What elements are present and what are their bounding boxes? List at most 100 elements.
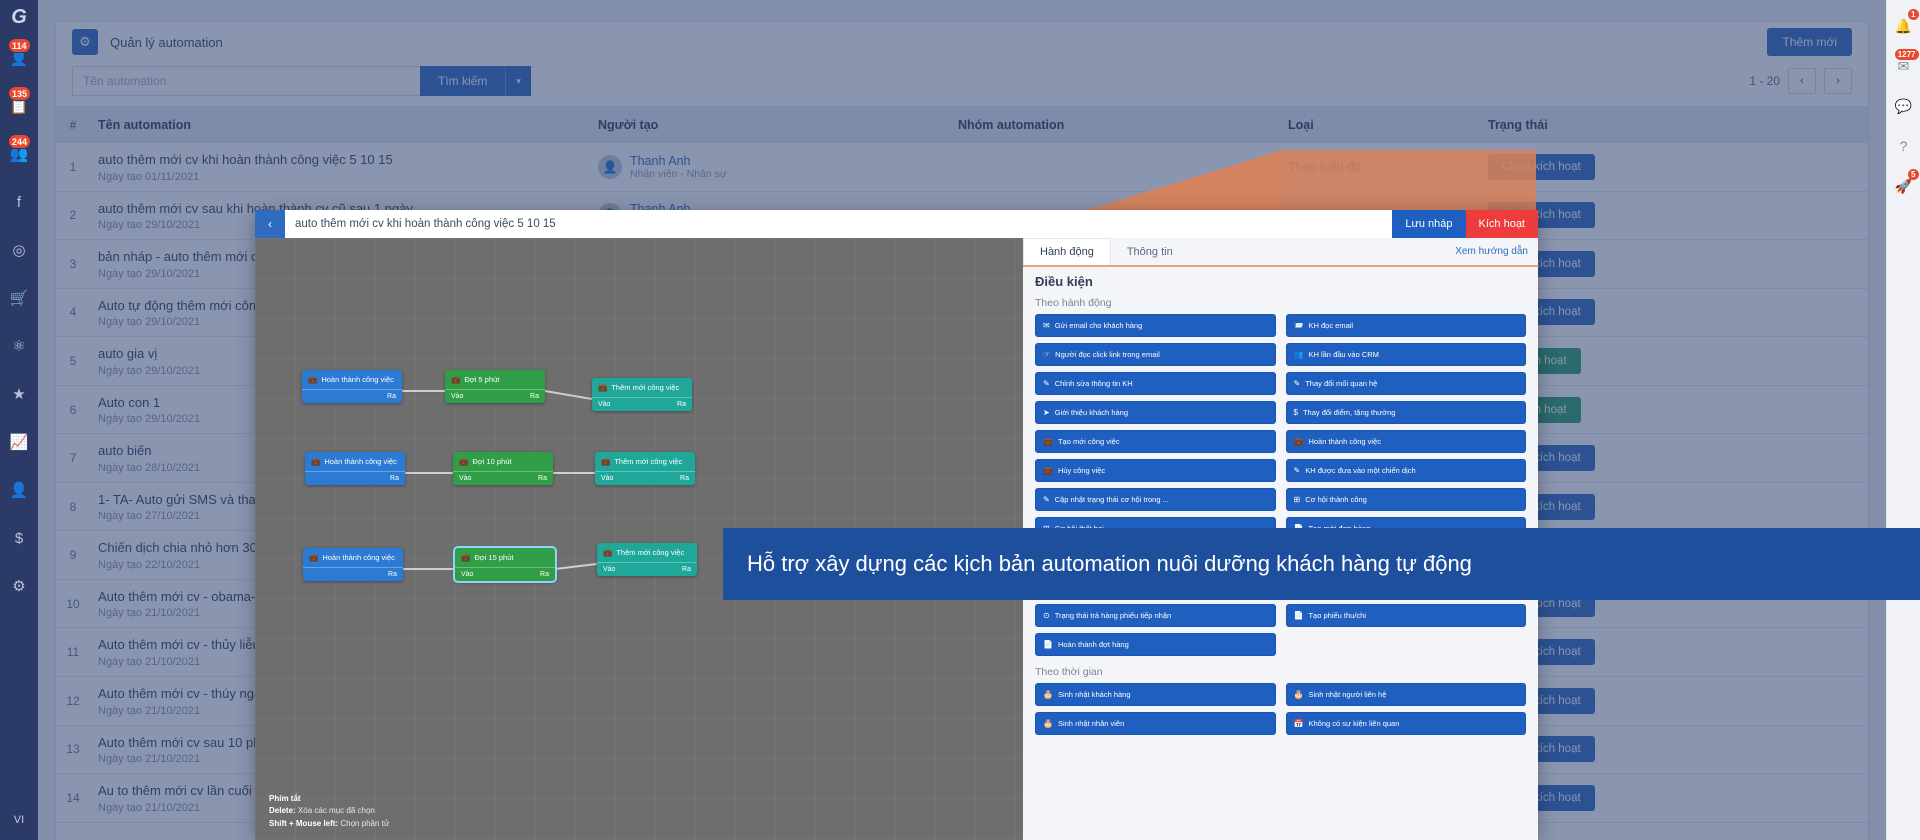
- node-icon-6: 💼: [309, 553, 319, 562]
- sidebar-item-facebook[interactable]: f: [0, 178, 38, 226]
- time-button-0[interactable]: 🎂 Sinh nhật khách hàng: [1035, 683, 1276, 706]
- action-button-1[interactable]: 📨 KH đọc email: [1285, 314, 1526, 337]
- action-button-label-7: Thay đổi điểm, tặng thưởng: [1302, 408, 1396, 417]
- by-action-label: Theo hành động: [1035, 297, 1112, 309]
- action-button-0[interactable]: ✉ Gửi email cho khách hàng: [1035, 314, 1276, 337]
- tab-hanh-dong[interactable]: Hành động: [1023, 238, 1111, 265]
- action-button-10[interactable]: 💼 Hủy công việc: [1035, 459, 1276, 482]
- shortcut-text-1: Chọn phần tử: [338, 818, 390, 828]
- rail-item-rocket[interactable]: 🚀 5: [1887, 166, 1920, 206]
- help-icon: ?: [1899, 138, 1908, 154]
- time-button-icon-3: 📅: [1293, 719, 1304, 728]
- node-in-5[interactable]: Vào: [601, 475, 613, 482]
- action-button-label-9: Hoàn thành công việc: [1308, 437, 1382, 446]
- sidebar-item-target[interactable]: ◎: [0, 226, 38, 274]
- flow-node-8[interactable]: 💼 Thêm mới công việc Vào Ra: [597, 543, 697, 576]
- sidebar-item-finance[interactable]: $: [0, 514, 38, 562]
- flow-node-4[interactable]: 💼 Đợi 10 phút Vào Ra: [453, 452, 553, 485]
- settings-icon: ⚙: [12, 577, 26, 595]
- app-logo: G: [11, 5, 27, 28]
- node-in-2[interactable]: Vào: [598, 401, 610, 408]
- save-draft-button[interactable]: Lưu nháp: [1392, 210, 1466, 238]
- action-button-label-0: Gửi email cho khách hàng: [1054, 321, 1143, 330]
- sidebar-item-favorites[interactable]: ★: [0, 370, 38, 418]
- node-icon-7: 💼: [461, 553, 471, 562]
- node-out-3[interactable]: Ra: [390, 475, 399, 482]
- action-button-20[interactable]: ⊙ Trạng thái trả hàng phiếu tiếp nhận: [1035, 604, 1276, 627]
- node-out-2[interactable]: Ra: [677, 401, 686, 408]
- sidebar-item-tasks[interactable]: 📋 135: [0, 82, 38, 130]
- action-button-label-2: Người đọc click link trong email: [1055, 350, 1160, 359]
- node-out-1[interactable]: Ra: [530, 393, 539, 400]
- rail-item-notification[interactable]: 🔔 1: [1887, 6, 1920, 46]
- node-in-4[interactable]: Vào: [459, 475, 471, 482]
- automation-name-input[interactable]: [285, 210, 1393, 238]
- action-button-icon-3: 👥: [1293, 350, 1304, 359]
- time-button-2[interactable]: 🎂 Sinh nhật nhân viên: [1035, 712, 1276, 735]
- action-button-9[interactable]: 💼 Hoàn thành công việc: [1285, 430, 1526, 453]
- node-out-4[interactable]: Ra: [538, 475, 547, 482]
- action-button-label-20: Trạng thái trả hàng phiếu tiếp nhận: [1054, 611, 1172, 620]
- node-out-8[interactable]: Ra: [682, 566, 691, 573]
- action-button-13[interactable]: ⊞ Cơ hội thành công: [1285, 488, 1526, 511]
- sidebar-item-settings[interactable]: ⚙: [0, 562, 38, 610]
- node-out-7[interactable]: Ra: [540, 571, 549, 578]
- activate-button[interactable]: Kích hoạt: [1465, 210, 1538, 238]
- contacts-badge: 244: [8, 134, 32, 149]
- node-out-0[interactable]: Ra: [387, 393, 396, 400]
- sidebar-item-contacts[interactable]: 👥 244: [0, 130, 38, 178]
- sidebar-items: 👤 114 📋 135 👥 244 f ◎ 🛒 ⚛ ★ 📈 👤 $ ⚙: [0, 34, 38, 610]
- node-in-8[interactable]: Vào: [603, 566, 615, 573]
- flow-link-5: [554, 563, 598, 570]
- flow-node-3[interactable]: 💼 Hoàn thành công việc Ra: [305, 452, 405, 485]
- action-button-icon-9: 💼: [1293, 437, 1304, 446]
- sidebar-item-reports[interactable]: 📈: [0, 418, 38, 466]
- node-in-7[interactable]: Vào: [461, 571, 473, 578]
- node-out-5[interactable]: Ra: [680, 475, 689, 482]
- time-button-1[interactable]: 🎂 Sinh nhật người liên hệ: [1285, 683, 1526, 706]
- action-button-8[interactable]: 💼 Tạo mới công việc: [1035, 430, 1276, 453]
- time-button-label-3: Không có sự kiện liên quan: [1308, 719, 1400, 728]
- time-button-label-0: Sinh nhật khách hàng: [1057, 690, 1131, 699]
- action-button-6[interactable]: ➤ Giới thiệu khách hàng: [1035, 401, 1276, 424]
- time-button-grid: 🎂 Sinh nhật khách hàng 🎂 Sinh nhật người li…: [1023, 683, 1538, 741]
- back-icon[interactable]: ‹: [255, 210, 285, 238]
- left-sidebar: G 👤 114 📋 135 👥 244 f ◎ 🛒 ⚛ ★ 📈 👤 $ ⚙ VI: [0, 0, 38, 840]
- action-button-7[interactable]: $ Thay đổi điểm, tặng thưởng: [1285, 401, 1526, 424]
- shortcut-key-1: Shift + Mouse left:: [269, 818, 339, 828]
- notification-icon: 🔔: [1894, 17, 1913, 34]
- rail-item-messages[interactable]: ✉ 1277: [1887, 46, 1920, 86]
- messages-icon: ✉: [1897, 57, 1910, 74]
- action-button-21[interactable]: 📄 Tạo phiếu thu/chi: [1285, 604, 1526, 627]
- flow-node-6[interactable]: 💼 Hoàn thành công việc Ra: [303, 548, 403, 581]
- action-button-11[interactable]: ✎ KH được đưa vào một chiến dịch: [1285, 459, 1526, 482]
- node-in-1[interactable]: Vào: [451, 393, 463, 400]
- flow-node-7[interactable]: 💼 Đợi 15 phút Vào Ra: [455, 548, 555, 581]
- time-button-3[interactable]: 📅 Không có sự kiện liên quan: [1285, 712, 1526, 735]
- node-icon-1: 💼: [451, 375, 461, 384]
- sidebar-item-network[interactable]: ⚛: [0, 322, 38, 370]
- sidebar-item-customers[interactable]: 👤 114: [0, 34, 38, 82]
- action-button-4[interactable]: ✎ Chỉnh sửa thông tin KH: [1035, 372, 1276, 395]
- action-button-5[interactable]: ✎ Thay đổi mối quan hệ: [1285, 372, 1526, 395]
- sidebar-item-cart[interactable]: 🛒: [0, 274, 38, 322]
- language-switcher[interactable]: VI: [14, 814, 24, 826]
- time-button-icon-2: 🎂: [1043, 719, 1053, 728]
- flow-node-2[interactable]: 💼 Thêm mới công việc Vào Ra: [592, 378, 692, 411]
- view-guide-link[interactable]: Xem hướng dẫn: [1455, 246, 1528, 257]
- action-button-icon-8: 💼: [1043, 437, 1053, 446]
- action-button-12[interactable]: ✎ Cập nhật trạng thái cơ hội trong ...: [1035, 488, 1276, 511]
- node-title-6: Hoàn thành công việc: [322, 553, 395, 562]
- flow-node-1[interactable]: 💼 Đợi 5 phút Vào Ra: [445, 370, 545, 403]
- flow-node-0[interactable]: 💼 Hoàn thành công việc Ra: [302, 370, 402, 403]
- rail-item-help[interactable]: ?: [1887, 126, 1920, 166]
- panel-tabs: Hành động Thông tin Xem hướng dẫn: [1023, 238, 1538, 267]
- action-button-22[interactable]: 📄 Hoàn thành đợt hàng: [1035, 633, 1276, 656]
- action-button-3[interactable]: 👥 KH lần đầu vào CRM: [1285, 343, 1526, 366]
- tab-thong-tin[interactable]: Thông tin: [1111, 239, 1189, 265]
- rail-item-chat[interactable]: 💬: [1887, 86, 1920, 126]
- sidebar-item-staff[interactable]: 👤: [0, 466, 38, 514]
- action-button-2[interactable]: ☞ Người đọc click link trong email: [1035, 343, 1276, 366]
- node-out-6[interactable]: Ra: [388, 571, 397, 578]
- flow-node-5[interactable]: 💼 Thêm mới công việc Vào Ra: [595, 452, 695, 485]
